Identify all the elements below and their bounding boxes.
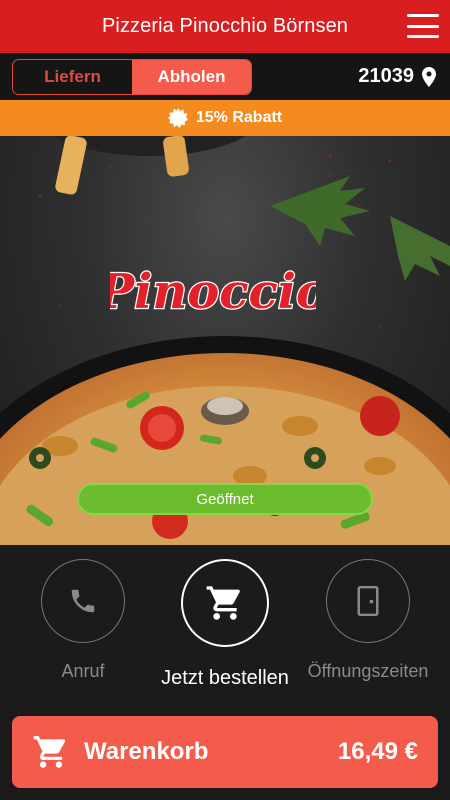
cart-label: Warenkorb xyxy=(84,738,209,765)
discount-text: 15% Rabatt xyxy=(195,109,283,126)
phone-icon xyxy=(71,589,95,613)
mode-bar: Liefern Abholen 21039 xyxy=(0,53,450,100)
zip-selector[interactable]: 21039 xyxy=(358,65,436,88)
order-label: Jetzt bestellen xyxy=(161,667,289,689)
call-action[interactable]: Anruf xyxy=(40,559,126,682)
hours-label: Öffnungszeiten xyxy=(307,661,429,681)
hours-button[interactable] xyxy=(326,559,410,643)
quick-actions: Anruf Jetzt bestellen Öffnungszeiten xyxy=(0,545,450,715)
pickup-tab[interactable]: Abholen xyxy=(132,60,251,94)
hamburger-menu-icon[interactable] xyxy=(406,11,440,41)
status-open-button[interactable]: Geöffnet xyxy=(77,483,373,515)
pinoccio-logo: Pinoccio xyxy=(110,263,316,322)
order-action[interactable]: Jetzt bestellen xyxy=(161,559,289,690)
shopping-cart-icon xyxy=(206,586,240,620)
delivery-mode-toggle: Liefern Abholen xyxy=(12,59,252,95)
call-label: Anruf xyxy=(61,661,105,681)
hero-image: Pinoccio Geöffnet xyxy=(0,136,450,545)
app-header: Pizzeria Pinocchio Börnsen xyxy=(0,0,450,53)
location-pin-icon xyxy=(422,66,436,87)
zip-code: 21039 xyxy=(358,65,414,87)
svg-text:Pinoccio: Pinoccio xyxy=(110,264,316,320)
door-icon xyxy=(357,586,379,616)
delivery-tab[interactable]: Liefern xyxy=(13,60,132,94)
badge-icon xyxy=(167,108,188,128)
cart-total: 16,49 € xyxy=(337,738,418,765)
call-button[interactable] xyxy=(41,559,125,643)
page-title: Pizzeria Pinocchio Börnsen xyxy=(101,15,349,37)
shopping-cart-icon xyxy=(33,736,66,768)
discount-banner[interactable]: 15% Rabatt xyxy=(0,100,450,136)
cart-button[interactable]: Warenkorb 16,49 € xyxy=(12,716,438,788)
order-button[interactable] xyxy=(181,559,269,647)
hours-action[interactable]: Öffnungszeiten xyxy=(307,559,429,682)
